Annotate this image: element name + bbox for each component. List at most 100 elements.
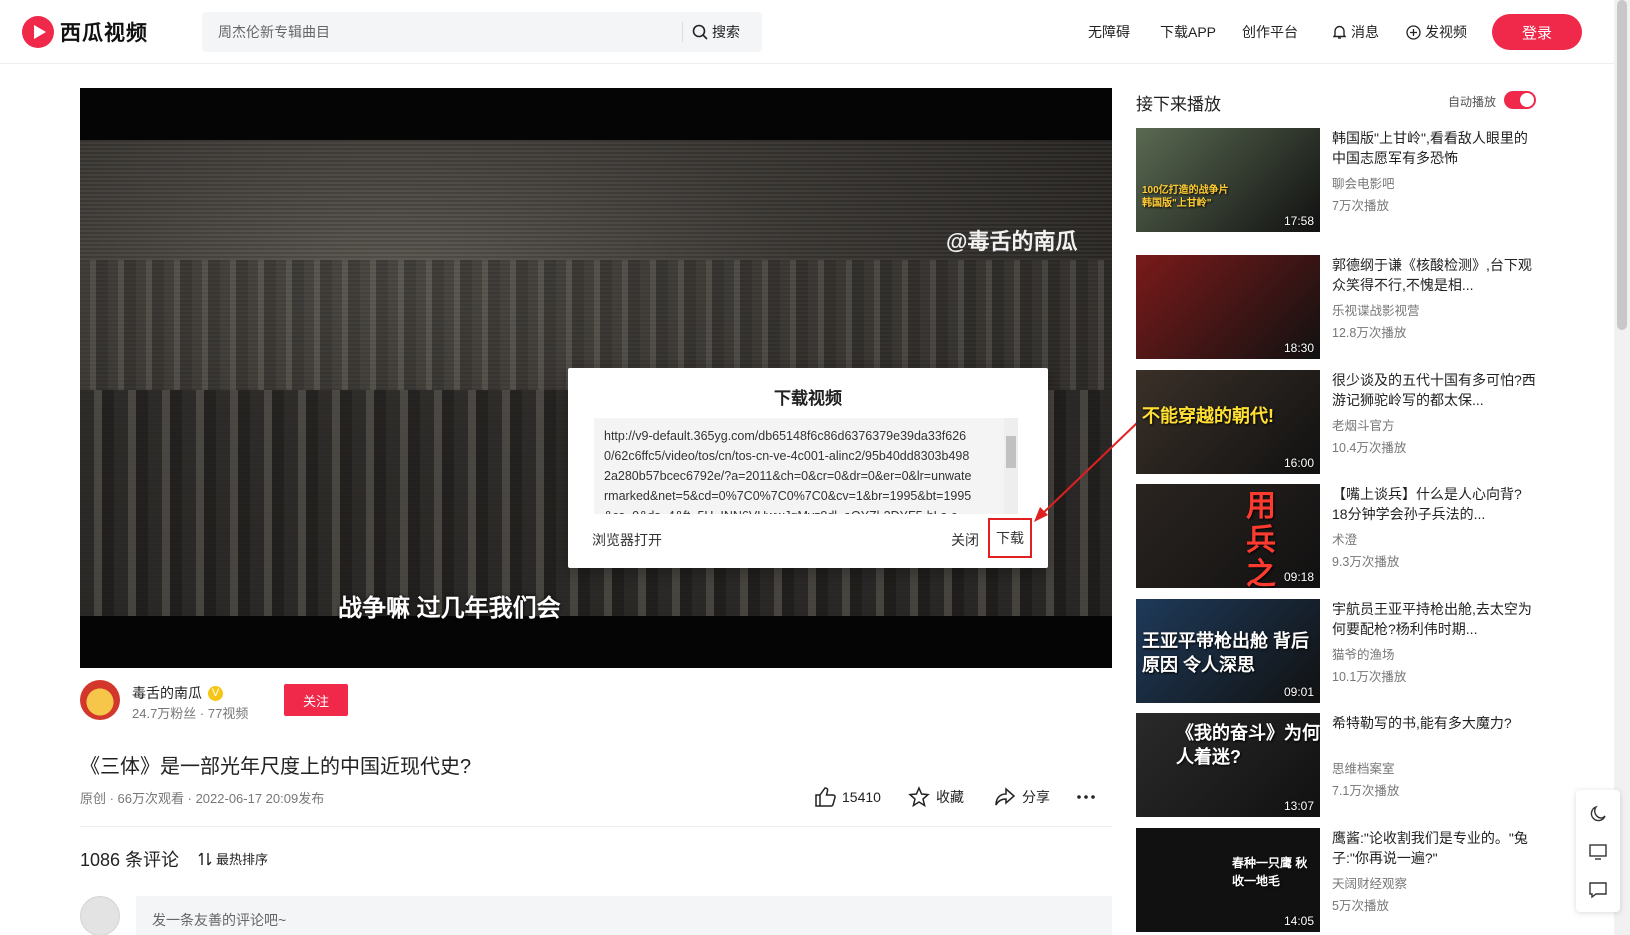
follow-button[interactable]: 关注 xyxy=(284,684,348,716)
thumbnail-caption: 春种一只鹰 秋收一地毛 xyxy=(1232,856,1308,888)
recommended-video-title[interactable]: 很少谈及的五代十国有多可怕?西游记狮驼岭写的都太保... xyxy=(1332,370,1536,410)
recommended-video-title[interactable]: 郭德纲于谦《核酸检测》,台下观众笑得不行,不愧是相... xyxy=(1332,255,1536,295)
recommended-video-author[interactable]: 思维档案室 xyxy=(1332,758,1395,777)
close-dialog-button[interactable]: 关闭 xyxy=(951,530,979,550)
download-url-scrollbar-thumb[interactable] xyxy=(1006,436,1016,468)
recommended-video-views: 10.1万次播放 xyxy=(1332,670,1407,684)
more-dots-icon xyxy=(1077,795,1095,799)
recommended-video-title[interactable]: 希特勒写的书,能有多大魔力? xyxy=(1332,713,1536,733)
nav-creator-platform[interactable]: 创作平台 xyxy=(1242,0,1298,64)
feedback-icon[interactable] xyxy=(1588,880,1608,900)
search-button[interactable]: 搜索 xyxy=(692,12,740,52)
video-duration: 09:18 xyxy=(1283,570,1314,584)
logo-play-icon xyxy=(22,16,54,48)
recommended-video-item[interactable]: 不能穿越的朝代! 16:00 很少谈及的五代十国有多可怕?西游记狮驼岭写的都太保..… xyxy=(1136,370,1536,474)
like-count: 15410 xyxy=(842,789,881,805)
dark-mode-icon[interactable] xyxy=(1588,804,1608,824)
video-thumbnail[interactable]: 100亿打造的战争片 韩国版"上甘岭" 17:58 xyxy=(1136,128,1320,232)
sort-label: 最热排序 xyxy=(216,852,269,867)
recommended-video-views: 9.3万次播放 xyxy=(1332,555,1400,569)
recommended-video-item[interactable]: 王亚平带枪出舱 背后原因 令人深思 09:01 宇航员王亚平持枪出舱,去太空为何要配… xyxy=(1136,599,1536,703)
like-button[interactable]: 15410 xyxy=(814,786,881,808)
recommended-video-author[interactable]: 老烟斗官方 xyxy=(1332,415,1395,434)
video-meta: 原创 · 66万次观看 · 2022-06-17 20:09发布 xyxy=(80,791,325,806)
login-button[interactable]: 登录 xyxy=(1492,14,1582,50)
recommended-video-views: 10.4万次播放 xyxy=(1332,441,1407,455)
autoplay-label: 自动播放 xyxy=(1448,95,1497,109)
sort-hottest-button[interactable]: 最热排序 xyxy=(198,849,268,868)
recommended-video-title[interactable]: 宇航员王亚平持枪出舱,去太空为何要配枪?杨利伟时期... xyxy=(1332,599,1536,639)
recommended-video-item[interactable]: 100亿打造的战争片 韩国版"上甘岭" 17:58 韩国版"上甘岭",看看敌人眼里的… xyxy=(1136,128,1536,232)
video-watermark: @毒舌的南瓜 xyxy=(946,229,1078,254)
video-duration: 17:58 xyxy=(1283,214,1314,228)
video-thumbnail[interactable]: 18:30 xyxy=(1136,255,1320,359)
more-options-button[interactable] xyxy=(1076,786,1096,808)
search-bar: 搜索 xyxy=(202,12,762,52)
recommended-video-author[interactable]: 天阔财经观察 xyxy=(1332,873,1407,892)
recommended-video-author[interactable]: 乐视谍战影视营 xyxy=(1332,300,1420,319)
nav-upload-label: 发视频 xyxy=(1425,24,1467,40)
page-scrollbar-thumb[interactable] xyxy=(1617,0,1627,330)
like-action: 15410 xyxy=(814,786,881,808)
recommended-video-item[interactable]: 用兵之道09:18 【嘴上谈兵】什么是人心向背?18分钟学会孙子兵法的... 术澄 9… xyxy=(1136,484,1536,588)
recommended-video-author[interactable]: 术澄 xyxy=(1332,529,1357,548)
author-name[interactable]: 毒舌的南瓜 V xyxy=(132,683,223,703)
video-thumbnail[interactable]: 用兵之道09:18 xyxy=(1136,484,1320,588)
download-url-scrollbar[interactable] xyxy=(1004,418,1018,514)
site-logo[interactable]: 西瓜视频 xyxy=(22,16,148,48)
recommended-video-author[interactable]: 猫爷的渔场 xyxy=(1332,644,1395,663)
recommended-video-views: 5万次播放 xyxy=(1332,899,1389,913)
verified-badge-icon: V xyxy=(208,685,223,701)
recommended-video-item[interactable]: 《我的奋斗》为何令人着迷? 13:07 希特勒写的书,能有多大魔力? 思维档案室 7.1… xyxy=(1136,713,1536,817)
recommended-video-views: 7.1万次播放 xyxy=(1332,784,1400,798)
search-divider xyxy=(682,22,683,42)
user-avatar xyxy=(80,896,120,935)
search-input[interactable] xyxy=(218,12,678,52)
screen-icon[interactable] xyxy=(1588,842,1608,862)
video-title: 《三体》是一部光年尺度上的中国近现代史? xyxy=(80,756,472,778)
favorite-button[interactable]: 收藏 xyxy=(908,786,964,808)
favorite-label: 收藏 xyxy=(936,789,964,805)
download-url-text[interactable]: http://v9-default.365yg.com/db65148f6c86… xyxy=(594,418,1004,514)
plus-circle-icon xyxy=(1406,24,1421,40)
thumbnail-caption: 《我的奋斗》为何令人着迷? xyxy=(1176,723,1320,767)
section-divider xyxy=(80,826,1112,827)
recommended-video-views: 12.8万次播放 xyxy=(1332,326,1407,340)
nav-upload-video[interactable]: 发视频 xyxy=(1406,0,1467,64)
recommended-video-item[interactable]: 春种一只鹰 秋收一地毛 14:05 鹰酱:"论收割我们是专业的。"兔子:"你再说一遍… xyxy=(1136,828,1536,932)
nav-messages[interactable]: 消息 xyxy=(1332,0,1379,64)
download-button[interactable]: 下载 xyxy=(988,518,1032,558)
up-next-title: 接下来播放 xyxy=(1136,95,1221,114)
author-name-text: 毒舌的南瓜 xyxy=(132,685,202,701)
recommended-video-title[interactable]: 【嘴上谈兵】什么是人心向背?18分钟学会孙子兵法的... xyxy=(1332,484,1536,524)
video-duration: 09:01 xyxy=(1283,685,1314,699)
search-button-label: 搜索 xyxy=(712,24,740,40)
recommended-video-title[interactable]: 鹰酱:"论收割我们是专业的。"兔子:"你再说一遍?" xyxy=(1332,828,1536,868)
dialog-title: 下载视频 xyxy=(774,389,842,408)
video-thumbnail[interactable]: 王亚平带枪出舱 背后原因 令人深思 09:01 xyxy=(1136,599,1320,703)
video-subtitle: 战争嘛 过几年我们会 xyxy=(338,595,561,622)
video-thumbnail[interactable]: 《我的奋斗》为何令人着迷? 13:07 xyxy=(1136,713,1320,817)
recommended-video-item[interactable]: 18:30 郭德纲于谦《核酸检测》,台下观众笑得不行,不愧是相... 乐视谍战影视营… xyxy=(1136,255,1536,359)
video-duration: 13:07 xyxy=(1283,799,1314,813)
top-header: 西瓜视频 搜索 无障碍 下载APP 创作平台 消息 发视频 登录 xyxy=(0,0,1630,64)
nav-accessibility[interactable]: 无障碍 xyxy=(1088,0,1130,64)
author-avatar[interactable] xyxy=(80,680,120,720)
autoplay-toggle-knob xyxy=(1520,93,1534,107)
share-button[interactable]: 分享 xyxy=(994,786,1050,808)
comment-input[interactable] xyxy=(136,896,1112,935)
open-in-browser-button[interactable]: 浏览器打开 xyxy=(592,530,662,550)
sort-icon xyxy=(198,852,212,865)
comment-count: 1086 条评论 xyxy=(80,850,180,870)
recommended-video-author[interactable]: 聊会电影吧 xyxy=(1332,173,1395,192)
recommended-video-title[interactable]: 韩国版"上甘岭",看看敌人眼里的中国志愿军有多恐怖 xyxy=(1332,128,1536,168)
nav-creator-platform-label: 创作平台 xyxy=(1242,24,1298,40)
video-thumbnail[interactable]: 不能穿越的朝代! 16:00 xyxy=(1136,370,1320,474)
autoplay-toggle[interactable] xyxy=(1504,91,1536,109)
video-duration: 14:05 xyxy=(1283,914,1314,928)
share-icon xyxy=(995,787,1016,806)
nav-download-app[interactable]: 下载APP xyxy=(1160,0,1216,64)
video-thumbnail[interactable]: 春种一只鹰 秋收一地毛 14:05 xyxy=(1136,828,1320,932)
video-duration: 18:30 xyxy=(1283,341,1314,355)
logo-text: 西瓜视频 xyxy=(60,22,148,45)
